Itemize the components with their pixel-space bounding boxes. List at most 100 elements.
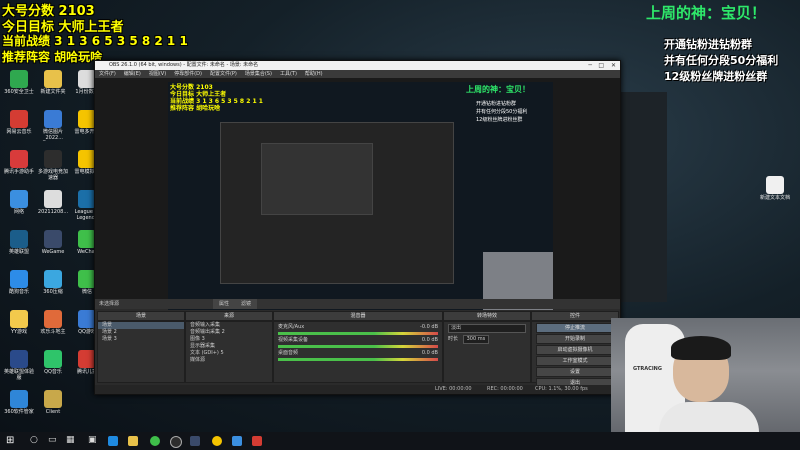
control-button[interactable]: 开始录制	[536, 334, 614, 344]
menu-item[interactable]: 场景集合(S)	[245, 71, 272, 77]
desktop-icon[interactable]: 英雄联盟体验服	[2, 350, 36, 381]
mixer-track: 麦克风/Aux -0.0 dB	[274, 324, 442, 335]
control-button[interactable]: 停止推流	[536, 323, 614, 333]
controls-panel: 停止推流 开始录制 启动虚拟摄像机 工作室模式 设置 退出	[531, 321, 619, 388]
app-icon	[10, 310, 28, 328]
taskbar-obs-icon[interactable]	[170, 436, 182, 448]
taskbar-red-app-icon[interactable]	[252, 436, 262, 446]
app-icon	[44, 190, 62, 208]
volume-meter[interactable]	[278, 358, 438, 361]
desktop-icon[interactable]: 腾讯手游助手	[2, 150, 36, 175]
desktop-icon-label: 英雄联盟体验服	[3, 369, 34, 381]
app-icon	[10, 150, 28, 168]
desktop-icon-label: 多游戏电竞加速器	[37, 169, 68, 181]
desktop-icon[interactable]: 酷狗音乐	[2, 270, 36, 295]
no-source-label: 未选择源	[99, 301, 120, 307]
sources-dock-header: 来源	[185, 311, 273, 321]
webcam-feed: GTRACING	[611, 318, 800, 450]
source-item[interactable]: 媒体源	[186, 357, 272, 364]
menu-item[interactable]: 工具(T)	[280, 71, 297, 77]
menu-item[interactable]: 停靠部件(D)	[174, 71, 202, 77]
app-icon	[44, 150, 62, 168]
control-button[interactable]: 启动虚拟摄像机	[536, 345, 614, 355]
app-icon	[44, 110, 62, 128]
source-item[interactable]: 音频输入采集	[186, 322, 272, 329]
source-item[interactable]: 文本 (GDI+) 5	[186, 350, 272, 357]
close-icon[interactable]: ✕	[611, 61, 616, 70]
app-icon	[44, 70, 62, 88]
desktop-icon-label: QQ音乐	[44, 369, 62, 375]
desktop-icon[interactable]: 网易云音乐	[2, 110, 36, 135]
taskbar-green-app-icon[interactable]	[150, 436, 160, 446]
filters-button[interactable]: 滤镜	[235, 299, 258, 309]
app-icon	[10, 350, 28, 368]
desktop-icon[interactable]: 微信图片_2022...	[36, 110, 70, 141]
control-button[interactable]: 设置	[536, 367, 614, 377]
desktop-icon[interactable]: QQ音乐	[36, 350, 70, 375]
obs-window[interactable]: OBS 26.1.0 (64 bit, windows) - 配置文件: 未命名…	[94, 60, 621, 395]
minimize-icon[interactable]: ─	[588, 61, 592, 70]
duration-input[interactable]: 300 ms	[462, 335, 490, 344]
app-icon	[10, 230, 28, 248]
source-item[interactable]: 音频输出采集 2	[186, 329, 272, 336]
control-button[interactable]: 工作室模式	[536, 356, 614, 366]
desktop-icon[interactable]: 英雄联盟	[2, 230, 36, 255]
scene-item[interactable]: 场景	[98, 322, 184, 329]
menu-item[interactable]: 编辑(E)	[124, 71, 141, 77]
scenes-list[interactable]: 场景 场景 2 场景 3	[97, 321, 185, 383]
source-item[interactable]: 图像 3	[186, 336, 272, 343]
obs-title: OBS 26.1.0 (64 bit, windows) - 配置文件: 未命名…	[109, 62, 259, 68]
scenes-dock-header: 场景	[97, 311, 185, 321]
desktop-icon[interactable]: Client	[36, 390, 70, 415]
desktop-icon[interactable]: 网络	[2, 190, 36, 215]
task-widgets-icon[interactable]: ▦	[66, 435, 75, 445]
properties-button[interactable]: 属性	[213, 299, 236, 309]
task-store-icon[interactable]: ▣	[88, 435, 97, 445]
app-icon	[10, 390, 28, 408]
taskbar-folder-icon[interactable]	[128, 436, 138, 446]
taskbar-yellow-app-icon[interactable]	[212, 436, 222, 446]
scene-item[interactable]: 场景 2	[98, 329, 184, 336]
volume-meter[interactable]	[278, 332, 438, 335]
start-button-icon[interactable]: ⊞	[6, 435, 14, 446]
taskbar-edge-icon[interactable]	[108, 436, 118, 446]
search-icon[interactable]: ○	[30, 435, 38, 445]
desktop-icon[interactable]: YY游戏	[2, 310, 36, 335]
desktop-icon[interactable]: 360安全卫士	[2, 70, 36, 95]
maximize-icon[interactable]: □	[598, 61, 604, 70]
mixer-track-name: 桌面音频	[278, 350, 299, 356]
desktop-icon[interactable]: 360压缩	[36, 270, 70, 295]
desktop-icon[interactable]: 欢乐斗地主	[36, 310, 70, 335]
scene-item[interactable]: 场景 3	[98, 336, 184, 343]
obs-preview[interactable]: 大号分数 2103 今日目标 大师上王者 当前战绩 3 1 3 6 5 3 5 …	[95, 78, 620, 310]
obs-titlebar[interactable]: OBS 26.1.0 (64 bit, windows) - 配置文件: 未命名…	[95, 61, 620, 70]
menu-item[interactable]: 文件(F)	[99, 71, 116, 77]
desktop-icon-label: 360安全卫士	[4, 89, 34, 95]
desktop-icon-label: 微信图片_2022...	[42, 129, 63, 141]
mixer-track-db: 0.0 dB	[421, 350, 438, 356]
taskbar-wegame-icon[interactable]	[190, 436, 200, 446]
source-item[interactable]: 显示器采集	[186, 343, 272, 350]
desktop-icon[interactable]: 20211208...	[36, 190, 70, 215]
desktop-icon-text-file[interactable]: 新建文本文档	[758, 176, 792, 201]
desktop-icon[interactable]: 新建文件夹	[36, 70, 70, 95]
desktop-icon[interactable]: WeGame	[36, 230, 70, 255]
taskbar-blue-app-icon[interactable]	[232, 436, 242, 446]
mixer-track: 视频采集设备 0.0 dB	[274, 337, 442, 348]
desktop-icon[interactable]: 360软件管家	[2, 390, 36, 415]
desktop-icon-label: 英雄联盟	[8, 249, 29, 255]
transition-select[interactable]: 淡出	[448, 324, 526, 333]
source-toolbar: 未选择源 属性 滤镜	[95, 299, 620, 309]
menu-item[interactable]: 视图(V)	[149, 71, 166, 77]
volume-meter[interactable]	[278, 345, 438, 348]
obs-statusbar: LIVE: 00:00:00 REC: 00:00:00 CPU: 1.1%, …	[95, 385, 620, 394]
app-icon	[44, 350, 62, 368]
obs-menubar: 文件(F) 编辑(E) 视图(V) 停靠部件(D) 配置文件(P) 场景集合(S) 工具(T…	[95, 70, 620, 78]
desktop-icon[interactable]: 多游戏电竞加速器	[36, 150, 70, 181]
mixer-track-db: 0.0 dB	[421, 337, 438, 343]
menu-item[interactable]: 帮助(H)	[305, 71, 323, 77]
task-view-icon[interactable]: ▭	[48, 435, 57, 445]
mixer-track: 桌面音频 0.0 dB	[274, 350, 442, 361]
menu-item[interactable]: 配置文件(P)	[210, 71, 237, 77]
sources-list[interactable]: 音频输入采集 音频输出采集 2 图像 3 显示器采集 文本 (GDI+) 5 媒体源	[185, 321, 273, 383]
